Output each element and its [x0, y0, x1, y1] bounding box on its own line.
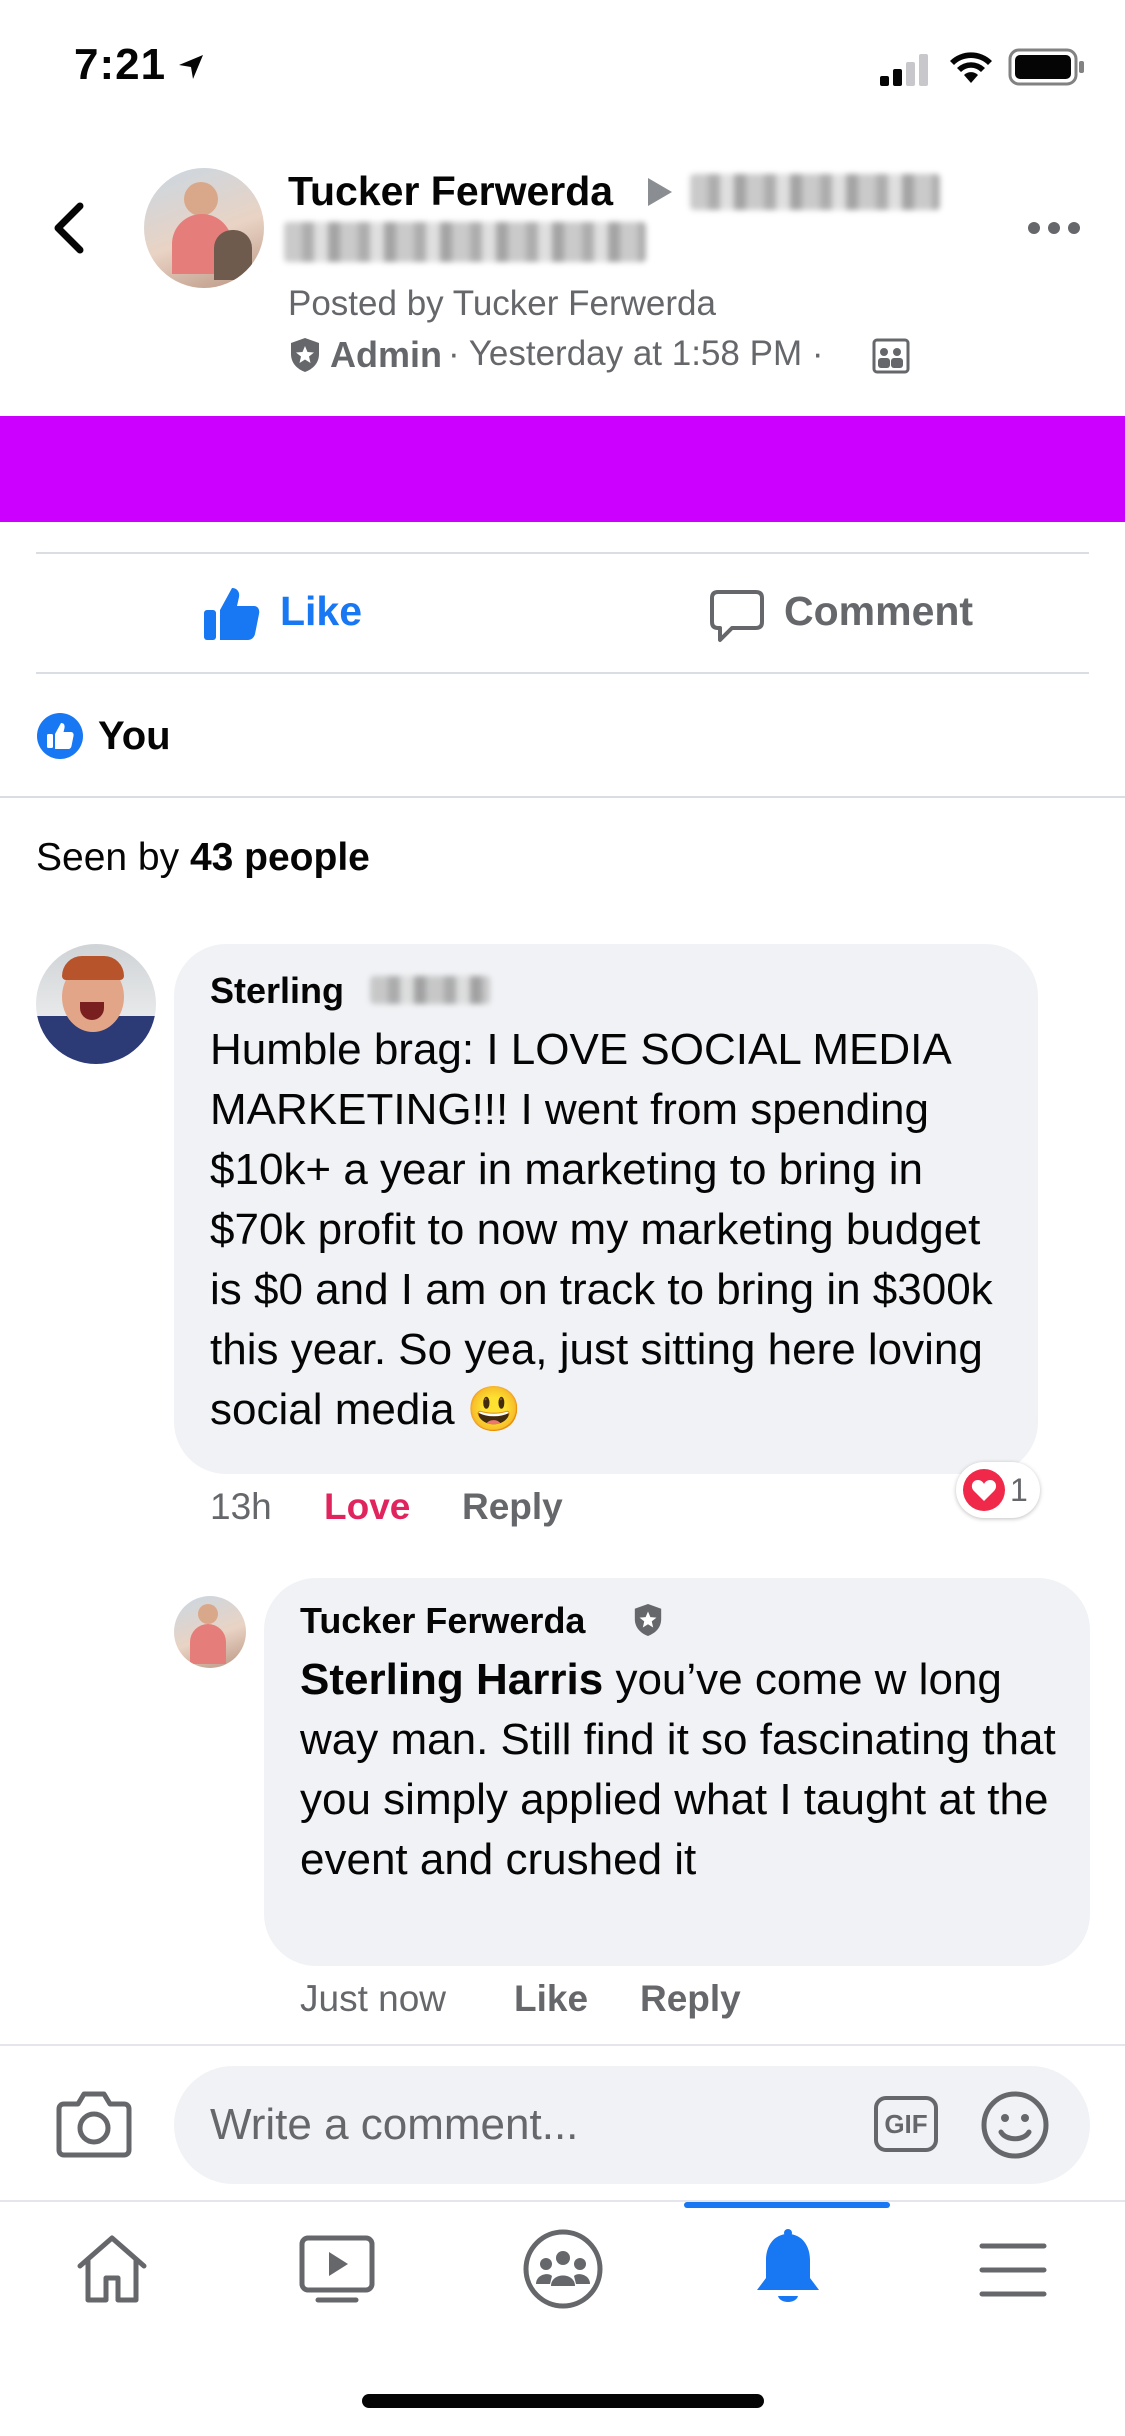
video-icon[interactable]	[298, 2234, 376, 2304]
comment-text: Humble brag: I LOVE SOCIAL MEDIA MARKETI…	[210, 1025, 993, 1434]
thumbs-up-icon	[204, 588, 260, 640]
comment-reply-button[interactable]: Reply	[462, 1486, 563, 1528]
redacted-group-name-line2	[284, 222, 646, 262]
gif-button[interactable]: GIF	[874, 2096, 938, 2152]
comment-bubble-icon	[710, 590, 764, 642]
like-reaction-icon	[37, 713, 83, 759]
notifications-icon[interactable]	[752, 2228, 824, 2310]
tab-bar-divider	[0, 2200, 1125, 2202]
post-timestamp[interactable]: · Yesterday at 1:58 PM ·	[448, 334, 823, 374]
comment-label: Comment	[784, 588, 974, 634]
admin-badge: Admin	[330, 334, 442, 375]
reply-author[interactable]: Tucker Ferwerda	[300, 1600, 585, 1642]
seen-by-prefix: Seen by	[36, 836, 190, 879]
comment-button[interactable]: Comment	[704, 576, 1004, 656]
redacted-group-name	[690, 174, 940, 210]
comment-time: 13h	[210, 1486, 272, 1527]
comment-love-button[interactable]: Love	[324, 1486, 410, 1528]
admin-shield-icon	[291, 338, 319, 372]
more-options-icon[interactable]	[1024, 216, 1084, 240]
reply-mention[interactable]: Sterling Harris	[300, 1655, 603, 1704]
author-avatar[interactable]	[144, 168, 264, 288]
home-icon[interactable]	[74, 2230, 150, 2306]
battery-icon	[1008, 48, 1084, 86]
reply-bubble[interactable]: Tucker Ferwerda Sterling Harris you’ve c…	[264, 1578, 1090, 1966]
divider	[36, 672, 1089, 674]
post-media-banner[interactable]	[0, 416, 1125, 522]
comment-input-placeholder: Write a comment...	[210, 2100, 579, 2149]
comment-input[interactable]: Write a comment... GIF	[174, 2066, 1090, 2184]
reply-reply-button[interactable]: Reply	[640, 1978, 741, 2020]
section-divider	[0, 796, 1125, 798]
emoji-icon[interactable]	[980, 2090, 1050, 2160]
seen-by[interactable]: Seen by 43 people	[36, 836, 370, 880]
wifi-icon	[950, 52, 992, 83]
reply-author-avatar[interactable]	[174, 1596, 246, 1668]
like-label: Like	[280, 588, 363, 634]
commenter-avatar[interactable]	[36, 944, 156, 1064]
reply-like-button[interactable]: Like	[514, 1978, 588, 2020]
post-author-name[interactable]: Tucker Ferwerda	[288, 168, 613, 215]
love-reaction-icon	[963, 1469, 1005, 1511]
arrow-right-icon	[648, 178, 672, 206]
admin-shield-icon	[634, 1604, 662, 1636]
group-audience-icon	[872, 338, 910, 374]
divider	[36, 552, 1089, 554]
seen-by-count: 43 people	[189, 836, 370, 879]
like-button[interactable]: Like	[196, 576, 396, 656]
signal-icon	[880, 54, 928, 86]
groups-icon[interactable]	[522, 2228, 604, 2310]
menu-icon[interactable]	[978, 2240, 1048, 2300]
reply-time: Just now	[300, 1978, 447, 2019]
camera-icon[interactable]	[56, 2088, 132, 2158]
reaction-count: 1	[1010, 1472, 1028, 1508]
reply-text: Sterling Harris you’ve come w long way m…	[300, 1650, 1060, 1890]
home-indicator	[362, 2394, 764, 2408]
comment-author[interactable]: Sterling	[210, 970, 344, 1012]
redacted-surname	[370, 976, 490, 1004]
active-tab-indicator	[684, 2202, 890, 2208]
reaction-you[interactable]: You	[98, 714, 171, 759]
reaction-count-badge[interactable]: 1	[956, 1462, 1040, 1518]
comment-bubble[interactable]: Sterling Humble brag: I LOVE SOCIAL MEDI…	[174, 944, 1038, 1474]
posted-by-text: Posted by Tucker Ferwerda	[288, 284, 716, 323]
back-chevron-icon[interactable]	[46, 200, 90, 256]
location-arrow-icon	[179, 55, 203, 79]
status-time: 7:21	[74, 40, 167, 89]
composer-divider	[0, 2044, 1125, 2046]
